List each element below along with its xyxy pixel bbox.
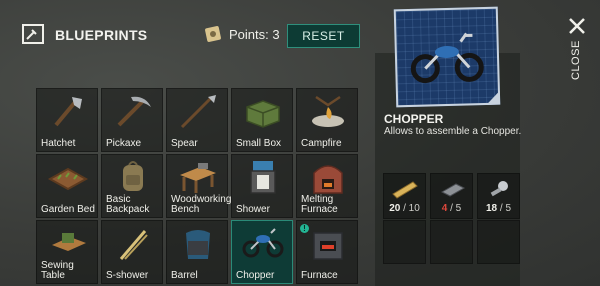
page-title: BLUEPRINTS [55, 27, 148, 43]
need-count: / 5 [499, 203, 512, 214]
item-title: CHOPPER [384, 112, 444, 126]
iron-bar-icon [440, 183, 466, 197]
box-icon [246, 100, 280, 128]
s-shower-icon [119, 230, 148, 260]
points-icon [205, 26, 221, 42]
requirement-slot: 20 / 10 [383, 173, 426, 219]
item-label: Campfire [301, 138, 342, 149]
need-count: / 10 [403, 203, 420, 214]
blueprint-grid: Hatchet Pickaxe Spear Small Box Campfire [36, 88, 362, 286]
page-curl [486, 91, 500, 105]
header: BLUEPRINTS Points: 3 RESET [0, 0, 375, 80]
reset-button[interactable]: RESET [287, 24, 360, 48]
workbench-icon [180, 163, 216, 193]
item-label: Basic Backpack [106, 194, 150, 215]
blueprint-furnace[interactable]: ! Furnace [296, 220, 358, 284]
shower-icon [250, 161, 276, 194]
blueprint-sewing-table[interactable]: Sewing Table [36, 220, 98, 284]
blueprint-woodworking-bench[interactable]: Woodworking Bench [166, 154, 232, 218]
backpack-icon [123, 161, 143, 191]
item-label: Spear [171, 138, 198, 149]
item-label: Sewing Table [41, 260, 74, 281]
item-label: Woodworking Bench [171, 194, 232, 215]
empty-slot [477, 220, 520, 264]
campfire-icon [312, 95, 344, 127]
spear-icon [180, 95, 216, 129]
motorcycle-icon [410, 32, 484, 84]
blueprint-campfire[interactable]: Campfire [296, 88, 358, 152]
item-label: Furnace [301, 270, 338, 281]
blueprint-melting-furnace[interactable]: Melting Furnace [296, 154, 358, 218]
empty-slot [383, 220, 426, 264]
blueprint-preview [393, 6, 501, 108]
blueprint-small-box[interactable]: Small Box [231, 88, 293, 152]
garden-bed-icon [47, 167, 89, 191]
bolt-nut-icon [490, 181, 508, 197]
item-label: Barrel [171, 270, 198, 281]
item-label: Shower [236, 204, 270, 215]
sewing-table-icon [52, 233, 86, 251]
item-label: S-shower [106, 270, 149, 281]
blueprint-icon [22, 24, 44, 44]
requirement-slot: 18 / 5 [477, 173, 520, 219]
item-label: Garden Bed [41, 204, 95, 215]
close-button[interactable]: CLOSE [570, 40, 584, 80]
item-label: Hatchet [41, 138, 76, 149]
blueprint-pickaxe[interactable]: Pickaxe [101, 88, 163, 152]
blueprint-basic-backpack[interactable]: Basic Backpack [101, 154, 163, 218]
have-count: 18 [485, 203, 498, 214]
blueprint-spear[interactable]: Spear [166, 88, 228, 152]
blueprint-hatchet[interactable]: Hatchet [36, 88, 98, 152]
furnace-icon [313, 232, 343, 260]
pickaxe-icon [117, 96, 151, 127]
item-label: Chopper [236, 270, 275, 281]
have-count: 4 [441, 203, 448, 214]
melting-furnace-icon [313, 165, 343, 194]
blueprint-shower[interactable]: Shower [231, 154, 293, 218]
have-count: 20 [389, 203, 401, 214]
motorcycle-icon [242, 228, 284, 258]
points-label: Points: 3 [229, 27, 280, 42]
hatchet-icon [54, 97, 82, 127]
item-description: Allows to assemble a Chopper. [384, 126, 522, 137]
wood-plank-icon [392, 181, 418, 199]
need-count: / 5 [450, 203, 462, 214]
item-label: Melting Furnace [301, 194, 338, 215]
empty-slot [430, 220, 473, 264]
requirement-slot: 4 / 5 [430, 173, 473, 219]
item-label: Pickaxe [106, 138, 142, 149]
item-label: Small Box [236, 138, 282, 149]
blueprint-barrel[interactable]: Barrel [166, 220, 228, 284]
blueprint-s-shower[interactable]: S-shower [101, 220, 163, 284]
blueprint-garden-bed[interactable]: Garden Bed [36, 154, 98, 218]
close-icon[interactable] [567, 16, 587, 36]
barrel-icon [186, 230, 210, 259]
blueprint-chopper[interactable]: Chopper [231, 220, 293, 284]
